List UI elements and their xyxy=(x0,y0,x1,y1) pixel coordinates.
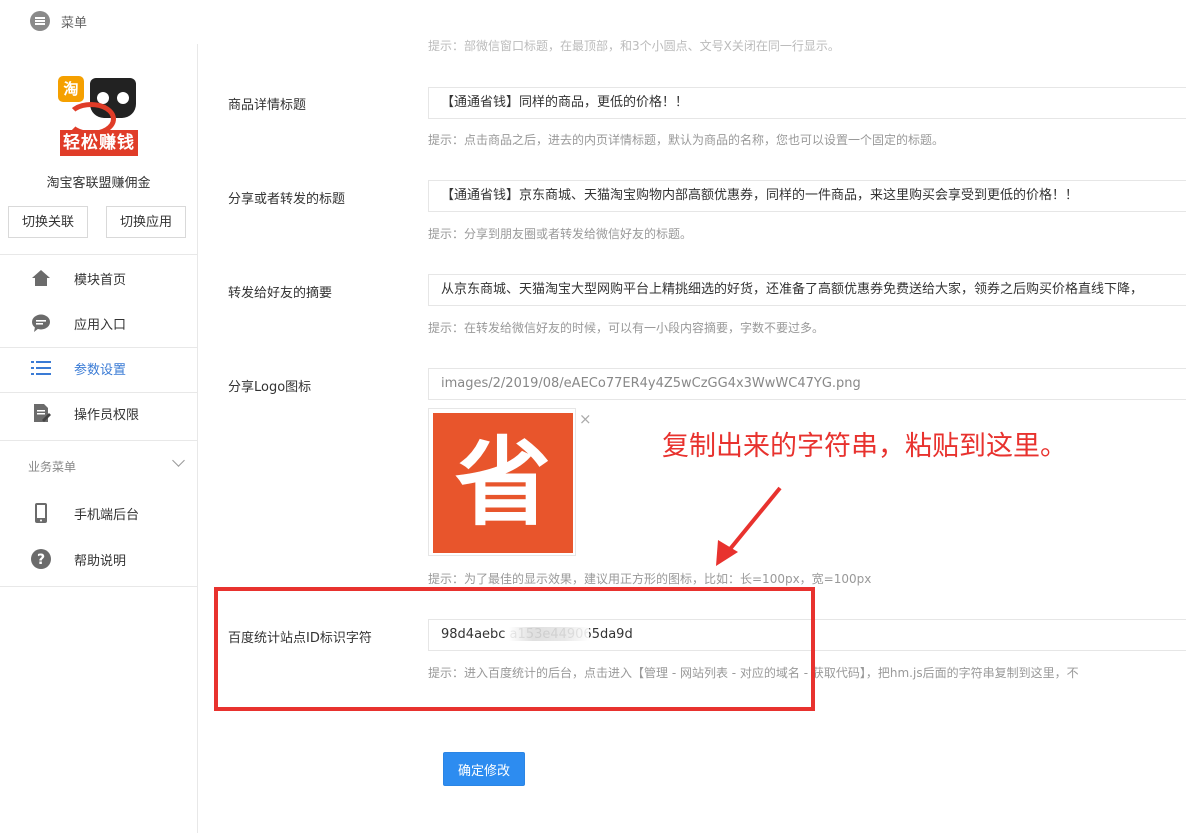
sidebar-item-operator-permissions[interactable]: 操作员权限 xyxy=(0,391,197,436)
switch-relation-button[interactable]: 切换关联 xyxy=(8,206,88,238)
business-menu-group-label[interactable]: 业务菜单 xyxy=(28,458,76,475)
sidebar-item-label: 手机端后台 xyxy=(74,508,140,523)
submit-button[interactable]: 确定修改 xyxy=(443,752,525,786)
help-icon: ? xyxy=(31,549,51,569)
sidebar-item-label: 参数设置 xyxy=(74,363,127,378)
sidebar-item-help[interactable]: ? 帮助说明 xyxy=(0,537,197,582)
settings-form: 提示：部微信窗口标题，在最顶部，和3个小圆点、文号X关闭在同一行显示。 商品详情… xyxy=(198,39,1186,833)
sidebar-item-label: 操作员权限 xyxy=(74,408,140,423)
phone-icon xyxy=(35,503,47,523)
annotation-arrow-icon xyxy=(716,486,782,566)
app-logo: 淘 轻松赚钱 xyxy=(56,74,140,156)
sidebar-item-label: 帮助说明 xyxy=(74,554,127,569)
sidebar-item-param-settings[interactable]: 参数设置 xyxy=(0,346,197,391)
logo-band-text: 轻松赚钱 xyxy=(60,130,138,156)
home-icon xyxy=(32,270,50,286)
app-name: 淘宝客联盟赚佣金 xyxy=(46,176,151,191)
sidebar-item-module-home[interactable]: 模块首页 xyxy=(0,256,197,301)
list-icon xyxy=(31,361,51,375)
svg-text:?: ? xyxy=(37,552,45,568)
highlight-box xyxy=(214,587,815,711)
chevron-down-icon[interactable] xyxy=(172,454,185,467)
document-edit-icon xyxy=(34,404,51,422)
sidebar-divider xyxy=(0,254,197,255)
switch-app-button[interactable]: 切换应用 xyxy=(106,206,186,238)
menu-icon[interactable] xyxy=(30,11,50,31)
taobao-badge: 淘 xyxy=(58,76,84,102)
sidebar-divider xyxy=(0,440,197,441)
sidebar-item-label: 模块首页 xyxy=(74,273,127,288)
sidebar-item-app-entry[interactable]: 应用入口 xyxy=(0,301,197,346)
sidebar-item-label: 应用入口 xyxy=(74,318,127,333)
sidebar: 淘 轻松赚钱 淘宝客联盟赚佣金 切换关联 切换应用 模块首页 应用入口 参数设置 xyxy=(0,44,198,833)
menu-label[interactable]: 菜单 xyxy=(61,12,87,31)
sidebar-divider xyxy=(0,586,197,587)
sidebar-item-mobile-backend[interactable]: 手机端后台 xyxy=(0,491,197,536)
chat-icon xyxy=(32,314,50,332)
